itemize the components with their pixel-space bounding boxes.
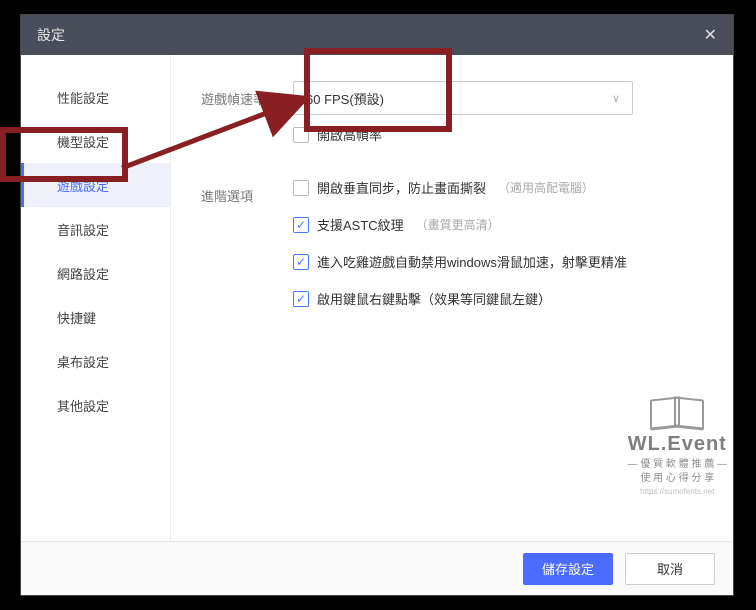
adv-text: 支援ASTC紋理 <box>317 215 404 234</box>
adv-hint: （畫質更高清） <box>416 216 500 233</box>
fps-label: 遊戲幀速率 <box>201 81 293 108</box>
watermark-brand: WL.Event <box>628 430 727 458</box>
adv-item-rightclick: ✓ 啟用鍵鼠右鍵點擊（效果等同鍵鼠左鍵） <box>293 289 703 308</box>
footer: 儲存設定 取消 <box>21 541 733 595</box>
adv-item-vsync: 開啟垂直同步，防止畫面撕裂 （適用高配電腦） <box>293 178 703 197</box>
sidebar-item-model[interactable]: 機型設定 <box>21 119 170 163</box>
fps-select[interactable]: 60 FPS(預設) ∨ <box>293 81 633 115</box>
book-icon <box>648 394 706 428</box>
sidebar-item-wallpaper[interactable]: 桌布設定 <box>21 339 170 383</box>
chevron-down-icon: ∨ <box>612 92 620 105</box>
adv-checkbox[interactable] <box>293 180 309 196</box>
window-title: 設定 <box>37 25 65 45</box>
adv-checkbox[interactable]: ✓ <box>293 291 309 307</box>
sidebar-item-label: 機型設定 <box>57 132 109 151</box>
sidebar-item-label: 網路設定 <box>57 264 109 283</box>
high-fps-row: 開啟高幀率 <box>293 125 703 144</box>
sidebar-item-game[interactable]: 遊戲設定 <box>21 163 170 207</box>
sidebar-item-performance[interactable]: 性能設定 <box>21 75 170 119</box>
sidebar-item-label: 其他設定 <box>57 396 109 415</box>
adv-hint: （適用高配電腦） <box>498 179 594 196</box>
adv-checkbox[interactable]: ✓ <box>293 217 309 233</box>
fps-row: 遊戲幀速率 60 FPS(預設) ∨ 開啟高幀率 <box>201 81 703 144</box>
sidebar-item-audio[interactable]: 音訊設定 <box>21 207 170 251</box>
watermark-line1: — 優 質 軟 體 推 薦 — <box>628 458 727 472</box>
sidebar-item-label: 遊戲設定 <box>57 176 109 195</box>
watermark-line2: 使 用 心 得 分 享 <box>628 472 727 486</box>
fps-select-value: 60 FPS(預設) <box>306 89 384 108</box>
sidebar: 性能設定 機型設定 遊戲設定 音訊設定 網路設定 快捷鍵 桌布設定 其他設定 <box>21 55 171 541</box>
cancel-button[interactable]: 取消 <box>625 553 715 585</box>
sidebar-item-label: 桌布設定 <box>57 352 109 371</box>
sidebar-item-label: 音訊設定 <box>57 220 109 239</box>
sidebar-item-shortcut[interactable]: 快捷鍵 <box>21 295 170 339</box>
watermark-url: https://sumofents.net <box>628 486 727 497</box>
sidebar-item-network[interactable]: 網路設定 <box>21 251 170 295</box>
adv-text: 啟用鍵鼠右鍵點擊（效果等同鍵鼠左鍵） <box>317 289 551 308</box>
adv-text: 進入吃雞遊戲自動禁用windows滑鼠加速，射擊更精准 <box>317 252 627 271</box>
sidebar-item-other[interactable]: 其他設定 <box>21 383 170 427</box>
titlebar: 設定 ✕ <box>21 15 733 55</box>
adv-item-astc: ✓ 支援ASTC紋理 （畫質更高清） <box>293 215 703 234</box>
sidebar-item-label: 快捷鍵 <box>57 308 96 327</box>
sidebar-item-label: 性能設定 <box>57 88 109 107</box>
adv-text: 開啟垂直同步，防止畫面撕裂 <box>317 178 486 197</box>
adv-checkbox[interactable]: ✓ <box>293 254 309 270</box>
settings-window: 設定 ✕ 性能設定 機型設定 遊戲設定 音訊設定 網路設定 快捷鍵 桌布設定 其… <box>20 14 734 596</box>
main-panel: 遊戲幀速率 60 FPS(預設) ∨ 開啟高幀率 進階選項 <box>171 55 733 541</box>
high-fps-checkbox[interactable] <box>293 127 309 143</box>
high-fps-label: 開啟高幀率 <box>317 125 382 144</box>
advanced-row: 進階選項 開啟垂直同步，防止畫面撕裂 （適用高配電腦） ✓ 支援ASTC紋理 （… <box>201 178 703 326</box>
save-button[interactable]: 儲存設定 <box>523 553 613 585</box>
close-icon[interactable]: ✕ <box>704 25 717 45</box>
window-body: 性能設定 機型設定 遊戲設定 音訊設定 網路設定 快捷鍵 桌布設定 其他設定 遊… <box>21 55 733 541</box>
adv-item-mouse: ✓ 進入吃雞遊戲自動禁用windows滑鼠加速，射擊更精准 <box>293 252 703 271</box>
advanced-label: 進階選項 <box>201 178 293 205</box>
watermark: WL.Event — 優 質 軟 體 推 薦 — 使 用 心 得 分 享 htt… <box>628 394 727 497</box>
